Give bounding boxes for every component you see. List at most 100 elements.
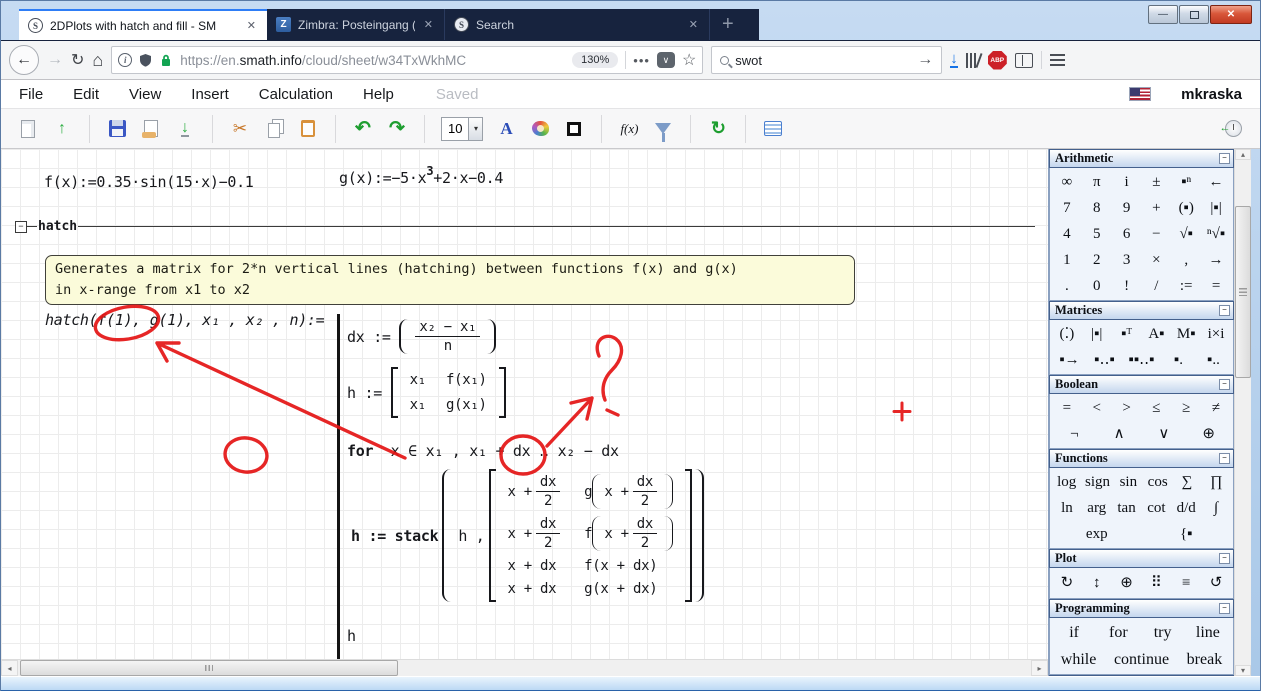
share-button[interactable]	[140, 118, 162, 140]
palette-button[interactable]: >	[1116, 399, 1138, 418]
save-button[interactable]	[106, 118, 128, 140]
hatch-function-signature[interactable]: hatch(f(1), g(1), x₁ , x₂ , n):=	[45, 311, 324, 329]
search-bar[interactable]: →	[711, 46, 942, 74]
palette-button[interactable]: 7	[1056, 199, 1078, 218]
bookmark-star-icon[interactable]: ☆	[682, 50, 696, 70]
show-grid-button[interactable]	[762, 118, 784, 140]
menu-insert[interactable]: Insert	[191, 86, 229, 103]
scroll-left-icon[interactable]: ◂	[1, 660, 18, 676]
cut-button[interactable]: ✂	[229, 118, 251, 140]
palette-button[interactable]: sign	[1085, 473, 1110, 492]
minimize-button[interactable]: —	[1148, 5, 1178, 24]
palette-button[interactable]: 8	[1086, 199, 1108, 218]
language-flag-icon[interactable]	[1129, 87, 1151, 101]
palette-button[interactable]: try	[1152, 623, 1174, 643]
library-icon[interactable]	[966, 53, 980, 68]
palette-button[interactable]: +	[1145, 199, 1167, 218]
palette-button[interactable]: ±	[1145, 173, 1167, 192]
history-button[interactable]	[1222, 118, 1244, 140]
function-button[interactable]: f(x)	[618, 118, 640, 140]
home-button[interactable]: ⌂	[92, 50, 103, 71]
open-upload-button[interactable]: ↑	[51, 118, 73, 140]
recalculate-button[interactable]: ↻	[707, 118, 729, 140]
palette-button[interactable]: ↻	[1056, 574, 1078, 593]
palette-button[interactable]: cos	[1147, 473, 1169, 492]
menu-calculation[interactable]: Calculation	[259, 86, 333, 103]
palette-button[interactable]: ,	[1175, 251, 1197, 270]
new-tab-button[interactable]: +	[710, 9, 746, 40]
palette-button[interactable]: →	[1205, 251, 1227, 270]
adblock-plus-icon[interactable]: ABP	[988, 51, 1007, 70]
palette-button[interactable]: (▪)	[1175, 199, 1197, 218]
tab-close-icon[interactable]: ✕	[687, 18, 700, 31]
username[interactable]: mkraska	[1181, 86, 1242, 103]
palette-button[interactable]: ↺	[1205, 574, 1227, 593]
close-button[interactable]: ✕	[1210, 5, 1252, 24]
palette-button[interactable]: 3	[1116, 251, 1138, 270]
equation-f-definition[interactable]: f(x):=0.35·sin(15·x)−0.1	[44, 173, 254, 191]
palette-button[interactable]: tan	[1116, 499, 1138, 518]
collapse-icon[interactable]: −	[1219, 603, 1230, 614]
palette-button[interactable]: ▪.	[1167, 351, 1189, 370]
palette-button[interactable]: cot	[1145, 499, 1167, 518]
palette-button[interactable]: 5	[1086, 225, 1108, 244]
new-sheet-button[interactable]	[17, 118, 39, 140]
palette-button[interactable]: ▪→	[1059, 351, 1081, 370]
palette-button[interactable]: M▪	[1175, 325, 1197, 344]
page-info-icon[interactable]: i	[118, 53, 132, 67]
collapse-icon[interactable]: −	[1219, 553, 1230, 564]
background-color-button[interactable]	[529, 118, 551, 140]
palette-button[interactable]: /	[1145, 277, 1167, 296]
palette-button[interactable]: =	[1205, 277, 1227, 296]
palette-button[interactable]: .	[1056, 277, 1078, 296]
font-size-select[interactable]: 10 ▾	[441, 117, 483, 141]
palette-button[interactable]: 9	[1116, 199, 1138, 218]
h-matrix-assignment[interactable]: h := x₁f(x₁)x₁g(x₁)	[347, 367, 506, 418]
collapse-icon[interactable]: −	[1219, 379, 1230, 390]
palette-button[interactable]: if	[1063, 623, 1085, 643]
palette-button[interactable]: ∞	[1056, 173, 1078, 192]
description-note[interactable]: Generates a matrix for 2*n vertical line…	[45, 255, 855, 305]
menu-help[interactable]: Help	[363, 86, 394, 103]
palette-button[interactable]: ≥	[1175, 399, 1197, 418]
palette-button[interactable]: d/d	[1175, 499, 1197, 518]
palette-button[interactable]: ⊕	[1198, 425, 1220, 444]
palette-button[interactable]: ⊕	[1116, 574, 1138, 593]
palette-button[interactable]: √▪	[1175, 225, 1197, 244]
menu-file[interactable]: File	[19, 86, 43, 103]
palette-button[interactable]: exp	[1086, 525, 1108, 544]
tab-smath-sheet[interactable]: S 2DPlots with hatch and fill - SM ✕	[19, 9, 267, 40]
scroll-up-icon[interactable]: ▴	[1235, 149, 1251, 160]
stack-assignment[interactable]: h := stack h , x +dx2gx +dx2x +dx2fx +dx…	[351, 469, 704, 602]
vertical-scroll-thumb[interactable]	[1235, 206, 1251, 378]
font-color-button[interactable]: A	[495, 118, 517, 140]
horizontal-scroll-thumb[interactable]	[20, 660, 398, 676]
palette-button[interactable]: sin	[1117, 473, 1139, 492]
page-actions-icon[interactable]: •••	[633, 53, 650, 68]
palette-button[interactable]: log	[1056, 473, 1078, 492]
search-input[interactable]	[735, 53, 911, 68]
url-text[interactable]: https://en.smath.info/cloud/sheet/w34TxW…	[180, 53, 565, 68]
palette-button[interactable]: arg	[1086, 499, 1108, 518]
menu-edit[interactable]: Edit	[73, 86, 99, 103]
collapse-section-icon[interactable]: −	[15, 221, 27, 233]
collapsible-section[interactable]: − hatch	[15, 219, 1035, 234]
palette-button[interactable]: ×	[1145, 251, 1167, 270]
palette-button[interactable]: −	[1145, 225, 1167, 244]
for-loop-line[interactable]: for x ∈ x₁ , x₁ + dx ‥ x₂ − dx	[347, 442, 619, 460]
horizontal-scrollbar[interactable]: ◂ ▸	[1, 659, 1048, 676]
copy-button[interactable]	[263, 118, 285, 140]
palette-button[interactable]: while	[1061, 650, 1097, 670]
sidebars-icon[interactable]	[1015, 53, 1033, 68]
palette-button[interactable]: :=	[1175, 277, 1197, 296]
worksheet-canvas[interactable]: f(x):=0.35·sin(15·x)−0.1 g(x):=−5·x3+2·x…	[1, 149, 1048, 659]
palette-button[interactable]: ∏	[1205, 473, 1227, 492]
palette-button[interactable]: ▪▪‥▪	[1129, 351, 1155, 370]
palette-button[interactable]: ↕	[1086, 574, 1108, 593]
url-bar[interactable]: i https://en.smath.info/cloud/sheet/w34T…	[111, 46, 703, 74]
menu-hamburger-icon[interactable]	[1050, 54, 1065, 66]
paste-button[interactable]	[297, 118, 319, 140]
palette-button[interactable]: 0	[1086, 277, 1108, 296]
redo-button[interactable]: ↷	[386, 118, 408, 140]
palette-button[interactable]: ▪ᵀ	[1116, 325, 1138, 344]
